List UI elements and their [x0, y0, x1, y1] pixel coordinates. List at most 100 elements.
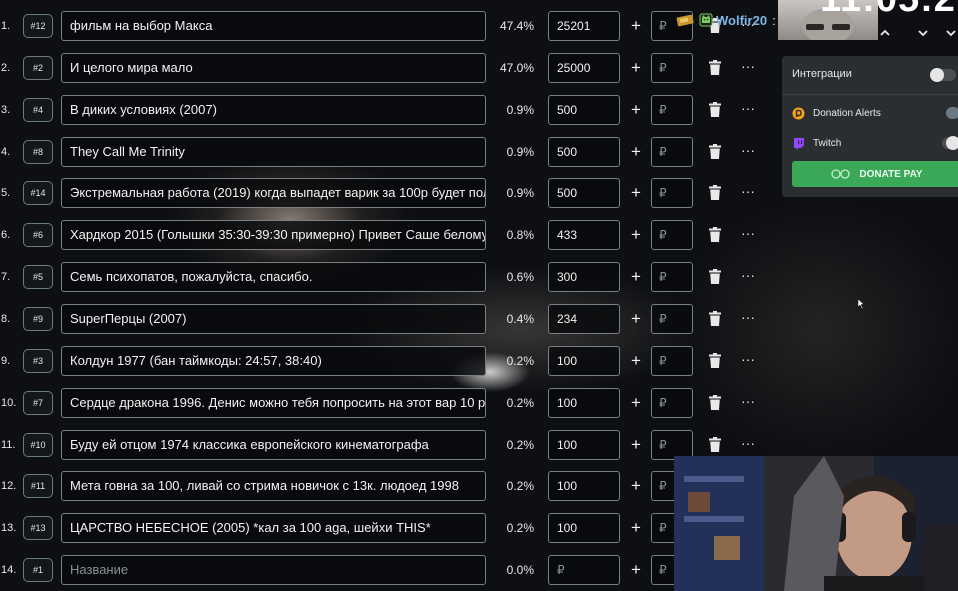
option-amount-input[interactable]: 25000 [548, 52, 620, 83]
more-options-icon[interactable]: ··· [740, 101, 756, 118]
row-number: 5. [1, 187, 11, 200]
option-title-input[interactable]: SuperПерцы (2007) [61, 303, 486, 334]
trash-icon[interactable] [709, 185, 721, 201]
option-title-input[interactable]: Хардкор 2015 (Голышки 35:30-39:30 пример… [61, 220, 486, 251]
option-row: 9. #3 Колдун 1977 (бан таймкоды: 24:57, … [0, 345, 780, 378]
option-amount-input[interactable]: 500 [548, 136, 620, 167]
trash-icon[interactable] [709, 310, 721, 327]
donation-alerts-icon [792, 107, 805, 119]
add-amount-input[interactable]: ₽ [651, 52, 693, 83]
option-percentage: 0.2% [506, 395, 534, 410]
chevron-up-icon[interactable] [878, 26, 892, 40]
add-amount-input[interactable]: ₽ [651, 94, 693, 125]
option-amount-input[interactable]: 100 [548, 345, 620, 376]
more-options-icon[interactable]: ··· [740, 394, 756, 411]
option-amount-input[interactable]: 433 [548, 220, 620, 251]
add-amount-input[interactable]: ₽ [651, 387, 693, 418]
more-options-icon[interactable]: ··· [740, 59, 756, 76]
more-options-icon[interactable]: ··· [740, 310, 756, 327]
trash-icon[interactable] [709, 352, 721, 369]
option-title-input[interactable]: Буду ей отцом 1974 классика европейского… [61, 429, 486, 460]
more-options-icon[interactable]: ··· [740, 268, 756, 285]
add-amount-button[interactable]: + [627, 558, 645, 582]
chevron-down-icon[interactable] [916, 26, 930, 40]
option-title-input[interactable]: Название [61, 555, 486, 586]
option-percentage: 0.2% [506, 437, 534, 452]
more-options-icon[interactable]: ··· [740, 436, 756, 453]
add-amount-button[interactable]: + [627, 516, 645, 540]
add-amount-button[interactable]: + [627, 181, 645, 205]
option-title-input[interactable]: И целого мира мало [61, 52, 486, 83]
trash-icon[interactable] [709, 269, 721, 285]
option-amount-input[interactable]: 100 [548, 471, 620, 502]
trash-icon[interactable] [709, 101, 721, 118]
trash-icon[interactable] [709, 143, 721, 160]
add-amount-input[interactable]: ₽ [651, 220, 693, 251]
add-amount-button[interactable]: + [627, 474, 645, 498]
option-amount-input[interactable]: ₽ [548, 555, 620, 586]
option-percentage: 0.9% [506, 102, 534, 117]
more-options-icon[interactable]: ··· [740, 143, 756, 160]
trash-icon[interactable] [709, 436, 721, 453]
trash-icon[interactable] [709, 394, 721, 411]
option-id-badge: #1 [23, 558, 53, 583]
donation-alerts-toggle[interactable] [946, 107, 958, 119]
option-amount-input[interactable]: 500 [548, 178, 620, 209]
option-amount-input[interactable]: 100 [548, 387, 620, 418]
option-row: 6. #6 Хардкор 2015 (Голышки 35:30-39:30 … [0, 220, 780, 252]
add-amount-button[interactable]: + [627, 98, 645, 122]
chat-username[interactable]: Wolfir20 [716, 13, 767, 28]
option-amount-input[interactable]: 25201 [548, 11, 620, 41]
option-amount-input[interactable]: 100 [548, 513, 620, 544]
add-amount-input[interactable]: ₽ [651, 136, 693, 167]
option-title-input[interactable]: фильм на выбор Макса [61, 11, 486, 41]
add-amount-button[interactable]: + [627, 391, 645, 415]
option-percentage: 0.8% [506, 228, 534, 243]
option-row: 7. #5 Семь психопатов, пожалуйста, спаси… [0, 262, 780, 294]
option-title-input[interactable]: В диких условиях (2007) [61, 94, 486, 125]
option-id-badge: #6 [23, 223, 53, 248]
add-amount-button[interactable]: + [627, 307, 645, 331]
add-amount-button[interactable]: + [627, 433, 645, 457]
add-amount-button[interactable]: + [627, 14, 645, 38]
trash-icon[interactable] [709, 227, 721, 243]
option-row: 4. #8 They Call Me Trinity 0.9% 500 + ₽ … [0, 136, 780, 169]
option-id-badge: #7 [23, 390, 53, 415]
option-title-input[interactable]: Экстремальная работа (2019) когда выпаде… [61, 178, 486, 209]
option-amount-input[interactable]: 300 [548, 262, 620, 293]
option-id-badge: #8 [23, 139, 53, 164]
option-title-input[interactable]: Сердце дракона 1996. Денис можно тебя по… [61, 387, 486, 418]
option-title-input[interactable]: Колдун 1977 (бан таймкоды: 24:57, 38:40) [61, 345, 486, 376]
add-amount-button[interactable]: + [627, 140, 645, 164]
row-number: 11. [1, 438, 16, 451]
option-title-input[interactable]: Мета говна за 100, ливай со стрима нович… [61, 471, 486, 502]
option-id-badge: #3 [23, 348, 53, 373]
donation-alerts-row[interactable]: Donation Alerts [792, 105, 881, 121]
option-amount-input[interactable]: 500 [548, 94, 620, 125]
add-amount-input[interactable]: ₽ [651, 178, 693, 209]
stream-clock: 11:05:2 [820, 0, 956, 21]
add-amount-input[interactable]: ₽ [651, 303, 693, 334]
add-amount-button[interactable]: + [627, 56, 645, 80]
twitch-row[interactable]: Twitch [792, 135, 841, 151]
trash-icon[interactable] [709, 59, 721, 76]
integrations-toggle[interactable] [930, 68, 956, 82]
more-options-icon[interactable]: ··· [740, 226, 756, 243]
option-title-input[interactable]: Семь психопатов, пожалуйста, спасибо. [61, 262, 486, 293]
more-options-icon[interactable]: ··· [740, 352, 756, 369]
option-amount-input[interactable]: 234 [548, 303, 620, 334]
option-amount-input[interactable]: 100 [548, 429, 620, 460]
add-amount-input[interactable]: ₽ [651, 262, 693, 293]
add-amount-button[interactable]: + [627, 265, 645, 289]
more-options-icon[interactable]: ··· [740, 184, 756, 201]
twitch-toggle[interactable] [942, 136, 958, 150]
add-amount-input[interactable]: ₽ [651, 345, 693, 376]
mouse-cursor-icon [858, 299, 865, 309]
add-amount-button[interactable]: + [627, 349, 645, 373]
add-amount-button[interactable]: + [627, 223, 645, 247]
add-amount-input[interactable]: ₽ [651, 429, 693, 460]
chevron-more-icon[interactable] [944, 26, 958, 40]
donate-pay-button[interactable]: DONATE PAY [792, 161, 958, 187]
option-title-input[interactable]: They Call Me Trinity [61, 136, 486, 167]
option-title-input[interactable]: ЦАРСТВО НЕБЕСНОЕ (2005) *кал за 100 aga,… [61, 513, 486, 544]
